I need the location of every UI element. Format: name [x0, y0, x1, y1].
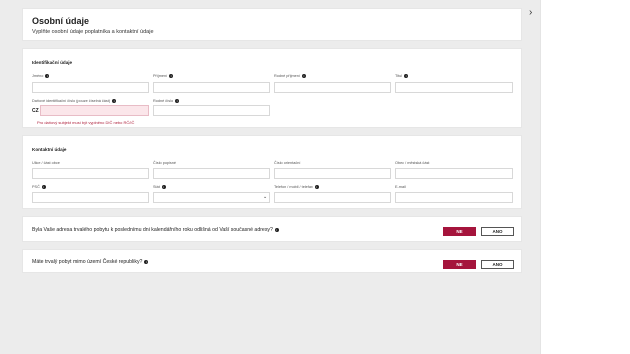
cislo-orientacni-field[interactable]	[274, 168, 391, 179]
cislo-orientacni-label: Číslo orientační	[274, 161, 301, 165]
jmeno-label: Jméno i	[32, 74, 50, 78]
telefon-field[interactable]	[274, 192, 391, 203]
info-icon[interactable]: i	[301, 74, 306, 78]
info-icon[interactable]: i	[314, 185, 319, 189]
dic-label: Daňové identifikační číslo (pouze číseln…	[32, 99, 117, 103]
contact-card: Kontaktní údaje Ulice / část obce Číslo …	[22, 135, 522, 209]
cislo-popisne-field[interactable]	[153, 168, 270, 179]
titul-label: Titul i	[395, 74, 409, 78]
yes-button[interactable]: ANO	[481, 227, 514, 236]
chevron-down-icon[interactable]: ⌄	[263, 194, 267, 200]
ulice-label: Ulice / část obce	[32, 161, 60, 165]
identification-card: Identifikační údaje Jméno i Příjmení i Rod…	[22, 48, 522, 128]
psc-field[interactable]	[32, 192, 149, 203]
chevron-right-icon[interactable]: ›	[529, 8, 537, 18]
info-icon[interactable]: i	[41, 185, 46, 189]
no-button[interactable]: NE	[443, 227, 476, 236]
rodne-cislo-field[interactable]	[153, 105, 270, 116]
jmeno-field[interactable]	[32, 82, 149, 93]
page-title: Osobní údaje	[32, 16, 90, 26]
no-button[interactable]: NE	[443, 260, 476, 269]
obec-field[interactable]	[395, 168, 513, 179]
ulice-field[interactable]	[32, 168, 149, 179]
question-card: Máte trvalý pobyt mimo území České repub…	[22, 249, 522, 273]
info-icon[interactable]: i	[404, 74, 409, 78]
header-card: Osobní údaje Vyplňte osobní údaje poplat…	[22, 8, 522, 41]
telefon-label: Telefon / mobil / telefax i	[274, 185, 319, 189]
section-title: Identifikační údaje	[32, 60, 73, 65]
page-subtitle: Vyplňte osobní údaje poplatníka a kontak…	[32, 29, 154, 35]
info-icon[interactable]: i	[144, 259, 149, 264]
info-icon[interactable]: i	[274, 227, 279, 232]
info-icon[interactable]: i	[175, 99, 180, 103]
rodne-prijmeni-field[interactable]	[274, 82, 391, 93]
cislo-popisne-label: Číslo popisné	[153, 161, 177, 165]
dic-field[interactable]	[40, 105, 149, 116]
titul-field[interactable]	[395, 82, 513, 93]
dic-prefix: CZ	[32, 108, 39, 114]
email-label: E-mail	[395, 185, 406, 189]
question-text: Byla Vaše adresa trvalého pobytu k posle…	[32, 227, 279, 233]
info-icon[interactable]: i	[112, 99, 117, 103]
question-card: Byla Vaše adresa trvalého pobytu k posle…	[22, 216, 522, 242]
section-title: Kontaktní údaje	[32, 147, 67, 152]
email-field[interactable]	[395, 192, 513, 203]
yes-button[interactable]: ANO	[481, 260, 514, 269]
question-text: Máte trvalý pobyt mimo území České repub…	[32, 259, 149, 265]
dic-error-message: Pro daňový subjekt musí být vyplněno DIČ…	[37, 120, 135, 125]
rodne-cislo-label: Rodné číslo i	[153, 99, 180, 103]
obec-label: Obec / městská část	[395, 161, 430, 165]
psc-label: PSČ i	[32, 185, 46, 189]
prijmeni-label: Příjmení i	[153, 74, 174, 78]
right-panel	[540, 0, 630, 354]
prijmeni-field[interactable]	[153, 82, 270, 93]
rodne-prijmeni-label: Rodné příjmení i	[274, 74, 306, 78]
info-icon[interactable]: i	[161, 185, 166, 189]
stat-label: Stát i	[153, 185, 166, 189]
info-icon[interactable]: i	[45, 74, 50, 78]
info-icon[interactable]: i	[169, 74, 174, 78]
stat-select[interactable]	[153, 192, 270, 203]
panel-divider	[540, 0, 541, 354]
